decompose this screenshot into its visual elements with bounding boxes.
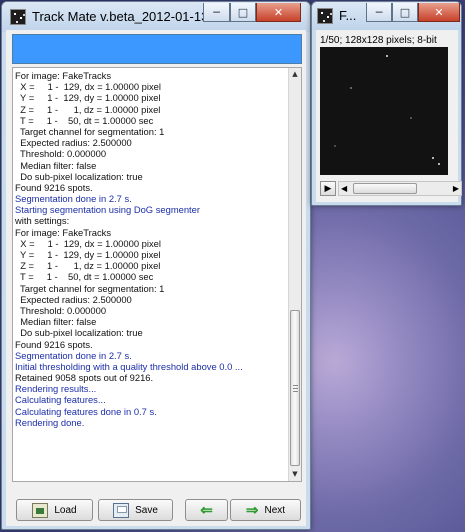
image-app-icon xyxy=(317,8,333,24)
log-line: For image: FakeTracks xyxy=(15,70,112,81)
scroll-down-icon[interactable]: ▼ xyxy=(289,468,301,481)
log-line: Expected radius: 2.500000 xyxy=(15,137,132,149)
frame-scroll-thumb[interactable] xyxy=(353,183,417,194)
play-button[interactable]: ▶ xyxy=(320,181,336,196)
log-text: For image: FakeTracks X = 1 - 129, dx = … xyxy=(13,68,289,428)
log-line: Starting segmentation using DoG segmente… xyxy=(15,204,200,216)
log-line: T = 1 - 50, dt = 1.00000 sec xyxy=(15,271,154,283)
log-line: Threshold: 0.000000 xyxy=(15,304,107,316)
left-arrow-icon: ⇐ xyxy=(200,501,213,519)
log-line: For image: FakeTracks xyxy=(15,226,112,238)
load-label: Load xyxy=(54,504,77,516)
save-button[interactable]: Save xyxy=(98,499,173,521)
frame-scrollbar[interactable]: ◀ ▶ xyxy=(338,181,462,196)
log-line: Found 9216 spots. xyxy=(15,181,93,193)
log-line: Y = 1 - 129, dy = 1.00000 pixel xyxy=(15,249,161,260)
spot xyxy=(350,87,352,89)
image-titlebar[interactable]: F... ─ □ ✕ xyxy=(312,2,461,30)
scroll-up-icon[interactable]: ▲ xyxy=(289,68,301,81)
log-panel[interactable]: For image: FakeTracks X = 1 - 129, dx = … xyxy=(12,67,302,482)
scroll-thumb[interactable] xyxy=(290,310,300,466)
close-icon: ✕ xyxy=(434,5,444,19)
spot xyxy=(410,117,412,119)
progress-bar xyxy=(12,34,302,64)
next-button[interactable]: ⇒ Next xyxy=(230,499,301,521)
log-vertical-scrollbar[interactable]: ▲ ▼ xyxy=(288,68,301,481)
image-info: 1/50; 128x128 pixels; 8-bit xyxy=(320,35,437,46)
previous-button[interactable]: ⇐ xyxy=(185,499,228,521)
log-line: Retained 9058 spots out of 9216. xyxy=(15,372,154,384)
log-line: Rendering results... xyxy=(15,383,97,395)
image-window-title: F... xyxy=(339,8,357,23)
spot xyxy=(334,145,336,147)
log-line: Z = 1 - 1, dz = 1.00000 pixel xyxy=(15,103,161,115)
log-line: with settings: xyxy=(15,215,70,227)
log-line: X = 1 - 129, dx = 1.00000 pixel xyxy=(15,237,161,249)
image-window: F... ─ □ ✕ 1/50; 128x128 pixels; 8-bit ▶… xyxy=(311,1,462,206)
log-line: Median filter: false xyxy=(15,159,97,171)
image-close-button[interactable]: ✕ xyxy=(418,3,460,22)
log-line: Target channel for segmentation: 1 xyxy=(15,125,165,137)
log-line: X = 1 - 129, dx = 1.00000 pixel xyxy=(15,81,161,93)
scroll-left-icon[interactable]: ◀ xyxy=(341,184,347,193)
play-icon: ▶ xyxy=(324,183,332,193)
load-button[interactable]: Load xyxy=(16,499,93,521)
spot xyxy=(438,163,440,165)
log-line: Z = 1 - 1, dz = 1.00000 pixel xyxy=(15,260,161,272)
minimize-icon: ─ xyxy=(375,5,383,19)
load-icon xyxy=(32,502,49,518)
log-line: Segmentation done in 2.7 s. xyxy=(15,349,132,361)
log-line: Y = 1 - 129, dy = 1.00000 pixel xyxy=(15,92,161,104)
log-line: Target channel for segmentation: 1 xyxy=(15,282,165,294)
maximize-icon: □ xyxy=(399,5,411,19)
log-line: Threshold: 0.000000 xyxy=(15,148,107,160)
log-line: Segmentation done in 2.7 s. xyxy=(15,193,132,205)
trackmate-window: Track Mate v.beta_2012-01-13 ─ □ ✕ For i… xyxy=(1,1,311,530)
log-line: Calculating features... xyxy=(15,394,106,406)
image-canvas[interactable] xyxy=(320,47,448,175)
log-line: Expected radius: 2.500000 xyxy=(15,293,132,305)
image-minimize-button[interactable]: ─ xyxy=(366,3,392,22)
right-arrow-icon: ⇒ xyxy=(245,501,259,519)
log-line: Do sub-pixel localization: true xyxy=(15,327,143,339)
save-icon xyxy=(113,502,130,518)
image-maximize-button[interactable]: □ xyxy=(392,3,418,22)
log-line: Found 9216 spots. xyxy=(15,338,93,350)
log-line: Rendering done. xyxy=(15,416,85,428)
scroll-right-icon[interactable]: ▶ xyxy=(453,184,459,193)
log-line: Do sub-pixel localization: true xyxy=(15,170,143,182)
next-label: Next xyxy=(264,504,286,516)
log-line: Initial thresholding with a quality thre… xyxy=(15,360,243,372)
log-line: Calculating features done in 0.7 s. xyxy=(15,405,157,417)
spot xyxy=(386,55,388,57)
spot xyxy=(432,157,434,159)
save-label: Save xyxy=(135,504,158,516)
log-line: T = 1 - 50, dt = 1.00000 sec xyxy=(15,114,154,126)
log-line: Median filter: false xyxy=(15,316,97,328)
